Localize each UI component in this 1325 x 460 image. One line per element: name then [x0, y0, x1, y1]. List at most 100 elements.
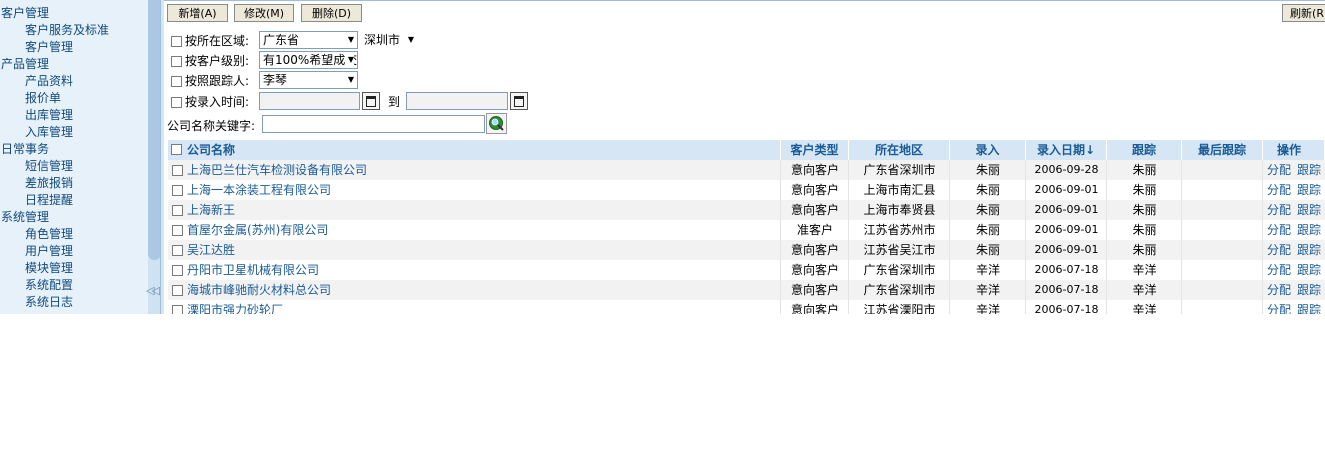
region-filter-checkbox[interactable]: [171, 36, 182, 47]
col-header-name-label: 公司名称: [187, 143, 236, 157]
to-label: 到: [388, 95, 401, 109]
calendar-icon[interactable]: [362, 92, 380, 110]
nav-item-travel-expense[interactable]: 差旅报销: [25, 175, 73, 191]
nav-group-daily[interactable]: 日常事务: [1, 141, 49, 157]
nav-item-customer-management[interactable]: 客户管理: [25, 39, 73, 55]
table-row[interactable]: 上海新王 意向客户 上海市奉贤县 朱丽 2006-09-01 朱丽 分配 跟踪: [168, 200, 1325, 220]
chevron-down-icon: ▼: [347, 75, 354, 84]
cell-last: [1182, 240, 1263, 260]
province-select[interactable]: 广东省 ▼: [259, 31, 358, 49]
cell-name[interactable]: 丹阳市卫星机械有限公司: [168, 260, 781, 280]
table-row[interactable]: 吴江达胜 意向客户 江苏省吴江市 朱丽 2006-09-01 朱丽 分配 跟踪: [168, 240, 1325, 260]
col-header-recorder[interactable]: 录入: [950, 140, 1026, 160]
nav-item-config[interactable]: 系统配置: [25, 277, 73, 293]
cell-name[interactable]: 首屋尔金属(苏州)有限公司: [168, 220, 781, 240]
cell-type: 意向客户: [790, 243, 839, 257]
cell-name[interactable]: 上海巴兰仕汽车检测设备有限公司: [168, 160, 781, 180]
level-select-value: 有100%希望成交: [263, 53, 358, 67]
assign-link[interactable]: 分配: [1267, 183, 1291, 197]
refresh-button[interactable]: 刷新(R: [1282, 4, 1325, 22]
assign-link[interactable]: 分配: [1267, 283, 1291, 297]
cell-type: 意向客户: [790, 283, 839, 297]
track-link[interactable]: 跟踪: [1297, 283, 1321, 297]
cell-recorder: 朱丽: [975, 223, 1000, 237]
nav-item-outbound[interactable]: 出库管理: [25, 107, 73, 123]
time-filter-checkbox[interactable]: [171, 97, 182, 108]
track-link[interactable]: 跟踪: [1297, 203, 1321, 217]
col-header-type[interactable]: 客户类型: [781, 140, 849, 160]
cell-ops: 分配 跟踪: [1263, 300, 1325, 314]
track-link[interactable]: 跟踪: [1297, 183, 1321, 197]
edit-button[interactable]: 修改(M): [234, 4, 294, 22]
nav-item-roles[interactable]: 角色管理: [25, 226, 73, 242]
cell-name[interactable]: 吴江达胜: [168, 240, 781, 260]
city-select[interactable]: 深圳市 ▼: [360, 31, 418, 49]
track-link[interactable]: 跟踪: [1297, 263, 1321, 277]
assign-link[interactable]: 分配: [1267, 243, 1291, 257]
time-filter: 按录入时间:: [171, 93, 249, 111]
cell-date: 2006-07-18: [1034, 263, 1099, 276]
table-row[interactable]: 上海一本涂装工程有限公司 意向客户 上海市南汇县 朱丽 2006-09-01 朱丽 分配 跟踪: [168, 180, 1325, 200]
nav-item-service-standards[interactable]: 客户服务及标准: [25, 22, 109, 38]
cell-area: 广东省深圳市: [863, 283, 936, 297]
col-header-name[interactable]: 公司名称: [168, 140, 781, 160]
start-date-input[interactable]: [259, 92, 360, 110]
cell-recorder: 朱丽: [975, 243, 1000, 257]
follower-filter: 按照跟踪人:: [171, 72, 249, 90]
follower-select[interactable]: 李琴 ▼: [259, 71, 358, 89]
level-filter-checkbox[interactable]: [171, 56, 182, 67]
nav-item-product-info[interactable]: 产品资料: [25, 73, 73, 89]
select-all-checkbox[interactable]: [171, 144, 182, 155]
col-header-tracker[interactable]: 跟踪: [1107, 140, 1182, 160]
calendar-icon[interactable]: [510, 92, 528, 110]
level-select[interactable]: 有100%希望成交 ▼: [259, 51, 358, 69]
end-date-input[interactable]: [406, 92, 508, 110]
table-row[interactable]: 首屋尔金属(苏州)有限公司 准客户 江苏省苏州市 朱丽 2006-09-01 朱丽 分配 跟踪: [168, 220, 1325, 240]
cell-name[interactable]: 上海一本涂装工程有限公司: [168, 180, 781, 200]
table-row[interactable]: 上海巴兰仕汽车检测设备有限公司 意向客户 广东省深圳市 朱丽 2006-09-28 朱丽 分…: [168, 160, 1325, 180]
table-row[interactable]: 溧阳市强力砂轮厂 意向客户 江苏省溧阳市 辛洋 2006-07-18 辛洋 分配 跟踪: [168, 300, 1325, 314]
assign-link[interactable]: 分配: [1267, 223, 1291, 237]
collapse-sidebar-icon[interactable]: ◁◁: [146, 284, 160, 297]
col-header-last-tracked[interactable]: 最后跟踪: [1182, 140, 1263, 160]
follower-filter-checkbox[interactable]: [171, 76, 182, 87]
col-header-ops[interactable]: 操作: [1263, 140, 1325, 160]
nav-group-product[interactable]: 产品管理: [1, 56, 49, 72]
nav-item-inbound[interactable]: 入库管理: [25, 124, 73, 140]
track-link[interactable]: 跟踪: [1297, 243, 1321, 257]
col-header-area[interactable]: 所在地区: [849, 140, 950, 160]
cell-area: 广东省深圳市: [863, 263, 936, 277]
nav-item-modules[interactable]: 模块管理: [25, 260, 73, 276]
col-header-date[interactable]: 录入日期↓: [1026, 140, 1107, 160]
cell-recorder: 辛洋: [975, 263, 1000, 277]
assign-link[interactable]: 分配: [1267, 163, 1291, 177]
table-row[interactable]: 丹阳市卫星机械有限公司 意向客户 广东省深圳市 辛洋 2006-07-18 辛洋 分配 跟踪: [168, 260, 1325, 280]
track-link[interactable]: 跟踪: [1297, 223, 1321, 237]
cell-date: 2006-07-18: [1034, 303, 1099, 314]
nav-group-customer[interactable]: 客户管理: [1, 5, 49, 21]
nav-group-system[interactable]: 系统管理: [1, 209, 49, 225]
sidebar-nav: 客户管理 客户服务及标准 客户管理 产品管理 产品资料 报价单 出库管理 入库管…: [0, 0, 148, 314]
cell-name[interactable]: 海城市峰驰耐火材料总公司: [168, 280, 781, 300]
nav-item-quotation[interactable]: 报价单: [25, 90, 61, 106]
nav-item-sms[interactable]: 短信管理: [25, 158, 73, 174]
cell-name[interactable]: 上海新王: [168, 200, 781, 220]
add-button[interactable]: 新增(A): [167, 4, 228, 22]
delete-button[interactable]: 删除(D): [301, 4, 362, 22]
keyword-input[interactable]: [262, 115, 485, 133]
cell-date: 2006-09-01: [1034, 183, 1099, 196]
cell-name[interactable]: 溧阳市强力砂轮厂: [168, 300, 781, 314]
assign-link[interactable]: 分配: [1267, 263, 1291, 277]
nav-item-reminder[interactable]: 日程提醒: [25, 192, 73, 208]
assign-link[interactable]: 分配: [1267, 303, 1291, 314]
table-row[interactable]: 海城市峰驰耐火材料总公司 意向客户 广东省深圳市 辛洋 2006-07-18 辛洋 分配 跟踪: [168, 280, 1325, 300]
cell-recorder: 朱丽: [975, 163, 1000, 177]
nav-item-users[interactable]: 用户管理: [25, 243, 73, 259]
assign-link[interactable]: 分配: [1267, 203, 1291, 217]
cell-tracker: 辛洋: [1132, 263, 1157, 277]
track-link[interactable]: 跟踪: [1297, 163, 1321, 177]
search-button[interactable]: [486, 113, 507, 134]
cell-ops: 分配 跟踪: [1263, 200, 1325, 220]
nav-item-logs[interactable]: 系统日志: [25, 294, 73, 310]
track-link[interactable]: 跟踪: [1297, 303, 1321, 314]
